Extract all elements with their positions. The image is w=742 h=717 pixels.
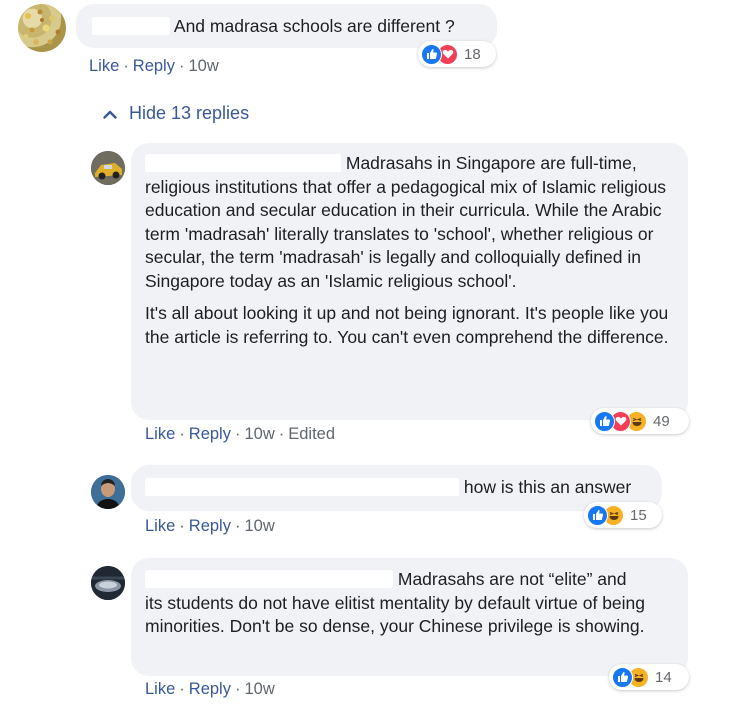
reply-actions: Like · Reply · 10w <box>145 517 275 536</box>
reply-paragraph: It's all about looking it up and not bei… <box>145 303 669 347</box>
reaction-summary[interactable]: 49 <box>591 408 689 434</box>
avatar-dark-image <box>91 566 125 600</box>
like-link[interactable]: Like <box>89 57 119 75</box>
reaction-count: 14 <box>655 668 672 686</box>
reply-first-line: Madrasahs in Singapore are full-time, <box>145 152 674 176</box>
separator: · <box>179 680 185 698</box>
reply-actions: Like · Reply · 10w <box>145 680 275 699</box>
avatar-person-image <box>91 475 125 509</box>
separator: · <box>234 680 241 698</box>
reply-link[interactable]: Reply <box>133 57 175 75</box>
avatar[interactable] <box>91 151 125 185</box>
redacted-author-name[interactable] <box>145 478 459 496</box>
timestamp[interactable]: 10w <box>244 517 274 535</box>
reaction-count: 18 <box>464 45 481 63</box>
comment-actions: Like · Reply · 10w <box>89 57 219 76</box>
reply-bubble: Madrasahs are not “elite” and its studen… <box>131 558 688 676</box>
like-link[interactable]: Like <box>145 425 175 443</box>
separator: · <box>123 57 129 75</box>
like-link[interactable]: Like <box>145 517 175 535</box>
reply-text: how is this an answer <box>463 477 632 497</box>
avatar[interactable] <box>18 4 66 52</box>
timestamp[interactable]: 10w <box>244 680 274 698</box>
reply-link[interactable]: Reply <box>189 680 231 698</box>
avatar[interactable] <box>91 475 125 509</box>
separator: · <box>234 517 241 535</box>
like-icon <box>612 666 633 688</box>
timestamp[interactable]: 10w <box>244 425 274 443</box>
reaction-summary[interactable]: 18 <box>418 41 496 67</box>
reply-text: Madrasahs are not “elite” and <box>397 569 627 589</box>
reply-text: Madrasahs in Singapore are full-time, <box>345 153 637 173</box>
reply-link[interactable]: Reply <box>189 425 231 443</box>
reply-paragraph: its students do not have elitist mentali… <box>145 592 646 637</box>
edited-label[interactable]: Edited <box>288 425 335 443</box>
like-link[interactable]: Like <box>145 680 175 698</box>
separator: · <box>234 425 241 443</box>
reply-link[interactable]: Reply <box>189 517 231 535</box>
comment-text: And madrasa schools are different ? <box>173 16 455 36</box>
like-icon <box>594 410 615 432</box>
reply-bubble: how is this an answer <box>131 465 662 511</box>
reply-first-line: Madrasahs are not “elite” and <box>145 568 674 592</box>
reaction-count: 15 <box>630 506 647 524</box>
hide-replies-link[interactable]: Hide 13 replies <box>103 103 249 124</box>
redacted-author-name[interactable] <box>92 17 170 35</box>
avatar-pattern <box>24 9 61 45</box>
reaction-summary[interactable]: 15 <box>584 502 662 528</box>
avatar-car-image <box>91 151 125 185</box>
reply-paragraph: religious institutions that offer a peda… <box>145 176 667 291</box>
reaction-count: 49 <box>653 412 670 430</box>
reply-actions: Like · Reply · 10w · Edited <box>145 425 335 444</box>
separator: · <box>278 425 285 443</box>
hide-replies-label: Hide 13 replies <box>129 103 250 123</box>
chevron-up-icon <box>103 110 117 119</box>
avatar[interactable] <box>91 566 125 600</box>
reaction-summary[interactable]: 14 <box>609 664 689 690</box>
separator: · <box>178 57 185 75</box>
timestamp[interactable]: 10w <box>188 57 218 75</box>
like-icon <box>587 504 608 526</box>
separator: · <box>179 425 185 443</box>
redacted-author-name[interactable] <box>145 570 393 588</box>
redacted-author-name[interactable] <box>145 154 341 172</box>
reply-bubble: Madrasahs in Singapore are full-time, re… <box>131 143 688 420</box>
like-icon <box>421 43 442 65</box>
separator: · <box>179 517 185 535</box>
